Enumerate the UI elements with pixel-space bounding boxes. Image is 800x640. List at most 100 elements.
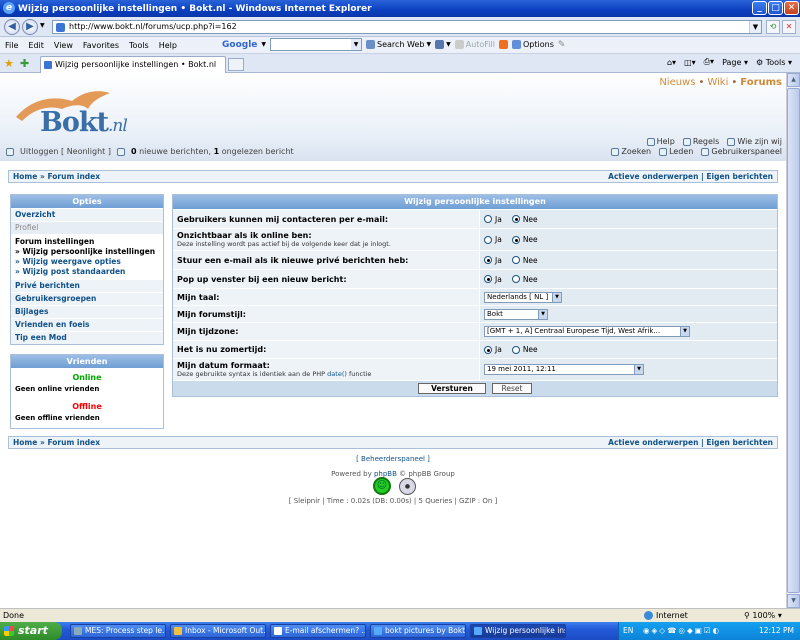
menu-favorites[interactable]: Favorites xyxy=(78,41,124,50)
maximize-button[interactable]: □ xyxy=(768,1,783,15)
submenu-post-defaults[interactable]: » Wijzig post standaarden xyxy=(11,267,163,277)
menu-attachments[interactable]: Bijlages xyxy=(11,306,163,319)
crumb-forum-index[interactable]: Forum index xyxy=(47,438,100,447)
google-menu-icon[interactable]: ▼ xyxy=(261,41,266,48)
close-button[interactable]: ✕ xyxy=(784,1,799,15)
task-mes[interactable]: MES: Process step le... xyxy=(70,624,166,638)
nav-nieuws[interactable]: Nieuws xyxy=(659,77,695,88)
active-topics-link[interactable]: Actieve onderwerpen xyxy=(608,172,698,181)
tray-icons[interactable]: ◉◈◇☎◎◆▣☑◐ xyxy=(643,622,721,640)
menu-tip-mod[interactable]: Tip een Mod xyxy=(11,332,163,344)
address-input[interactable]: http://www.bokt.nl/forums/ucp.php?i=162 … xyxy=(52,20,762,34)
members-link[interactable]: Leden xyxy=(659,147,693,157)
dateformat-select[interactable]: 19 mei 2011, 12:11 ▼ xyxy=(484,364,644,375)
logout-link[interactable]: Uitloggen [ Neonlight ] xyxy=(20,147,111,156)
breadcrumb-bottom: Home » Forum index Actieve onderwerpen |… xyxy=(8,436,778,449)
admin-panel-link-text[interactable]: [ Beheerderspaneel ] xyxy=(356,455,430,463)
radio-popup-no[interactable] xyxy=(511,275,520,283)
style-select[interactable]: Bokt ▼ xyxy=(484,308,548,320)
radio-invisible-yes[interactable] xyxy=(484,235,492,244)
menu-private-messages[interactable]: Privé berichten xyxy=(11,280,163,293)
reset-button[interactable]: Reset xyxy=(492,383,532,394)
messages-link[interactable]: 0 nieuwe berichten, 1 ongelezen bericht xyxy=(131,147,294,156)
blogger-icon[interactable] xyxy=(499,40,508,49)
google-search-input[interactable]: ▼ xyxy=(270,38,363,51)
address-dropdown-icon[interactable]: ▼ xyxy=(749,21,761,33)
menu-help[interactable]: Help xyxy=(154,41,182,50)
refresh-icon[interactable]: ⟲ xyxy=(766,20,780,34)
radio-dst-no[interactable] xyxy=(511,345,520,354)
pencil-icon[interactable]: ✎ xyxy=(558,40,566,50)
menu-overview[interactable]: Overzicht xyxy=(11,209,163,222)
google-extra-button[interactable]: ▼ xyxy=(435,40,451,49)
nav-forums[interactable]: Forums xyxy=(740,77,782,88)
new-tab-button[interactable] xyxy=(228,58,244,71)
scroll-down-icon[interactable]: ▼ xyxy=(787,594,800,608)
browser-tab-active[interactable]: Wijzig persoonlijke instellingen • Bokt.… xyxy=(40,56,226,73)
home-icon[interactable]: ⌂▾ xyxy=(667,58,676,67)
menu-view[interactable]: View xyxy=(49,41,78,50)
options-button[interactable]: Options xyxy=(512,40,554,49)
ucp-link[interactable]: Gebruikerspaneel xyxy=(701,147,782,157)
vertical-scrollbar[interactable]: ▲ ▼ xyxy=(786,73,800,608)
language-indicator[interactable]: EN xyxy=(623,622,633,640)
messages-icon xyxy=(116,147,125,156)
scroll-thumb[interactable] xyxy=(787,88,800,593)
menu-friends-foes[interactable]: Vrienden en foeis xyxy=(11,319,163,332)
own-posts-link[interactable]: Eigen berichten xyxy=(706,438,773,447)
task-settings[interactable]: Wijzig persoonlijke ins... xyxy=(470,624,566,638)
php-date-link[interactable]: date() xyxy=(327,370,347,378)
zoom-control[interactable]: ⚲ 100% ▾ xyxy=(744,609,782,622)
own-posts-link[interactable]: Eigen berichten xyxy=(706,172,773,181)
start-button[interactable]: start xyxy=(0,622,62,640)
radio-pm-email-yes[interactable] xyxy=(484,256,492,264)
help-link[interactable]: Help xyxy=(646,137,675,147)
nav-wiki[interactable]: Wiki xyxy=(707,77,728,88)
search-web-button[interactable]: Search Web ▼ xyxy=(366,40,431,49)
menu-usergroups[interactable]: Gebruikersgroepen xyxy=(11,293,163,306)
autofill-button[interactable]: AutoFill xyxy=(454,40,495,49)
menu-edit[interactable]: Edit xyxy=(23,41,49,50)
history-dropdown-icon[interactable]: ▼ xyxy=(40,22,45,29)
minimize-button[interactable]: _ xyxy=(752,1,767,15)
favorites-star-icon[interactable]: ★ xyxy=(4,57,14,70)
tools-menu[interactable]: ⚙ Tools ▾ xyxy=(756,58,792,67)
menu-file[interactable]: File xyxy=(0,41,23,50)
radio-dst-yes[interactable] xyxy=(484,345,492,354)
crumb-home[interactable]: Home xyxy=(13,172,37,181)
about-link[interactable]: Wie zijn wij xyxy=(727,137,782,147)
task-bokt-pictures[interactable]: bokt pictures by Bokt... xyxy=(370,624,466,638)
search-link[interactable]: Zoeken xyxy=(611,147,651,157)
smiley-icon[interactable]: ☺ xyxy=(373,477,391,495)
site-logo[interactable]: Bokt.nl xyxy=(12,87,152,145)
task-outlook[interactable]: Inbox - Microsoft Out... xyxy=(170,624,266,638)
radio-invisible-no[interactable] xyxy=(511,235,520,244)
task-email[interactable]: E-mail afschermen? ... xyxy=(270,624,366,638)
print-icon[interactable]: ⎙▾ xyxy=(704,57,714,67)
radio-popup-yes[interactable] xyxy=(484,275,492,283)
system-tray: EN ◉◈◇☎◎◆▣☑◐ 12:12 PM xyxy=(618,622,800,640)
radio-email-contact-yes[interactable] xyxy=(484,215,492,223)
crumb-forum-index[interactable]: Forum index xyxy=(47,172,100,181)
active-topics-link[interactable]: Actieve onderwerpen xyxy=(608,438,698,447)
back-button[interactable]: ◀ xyxy=(4,19,20,35)
submenu-display-options[interactable]: » Wijzig weergave opties xyxy=(11,257,163,267)
submit-button[interactable]: Versturen xyxy=(418,383,486,394)
rules-link[interactable]: Regels xyxy=(682,137,719,147)
stop-icon[interactable]: ✕ xyxy=(782,20,796,34)
add-favorites-icon[interactable]: ✚ xyxy=(20,57,29,70)
badge-icon[interactable]: ● xyxy=(399,478,416,495)
page-menu[interactable]: Page ▾ xyxy=(722,58,748,67)
timezone-select[interactable]: [GMT + 1, A] Centraal Europese Tijd, Wes… xyxy=(484,326,690,337)
feeds-icon[interactable]: ◫▾ xyxy=(684,58,696,67)
google-search-dropdown-icon[interactable]: ▼ xyxy=(351,39,362,50)
menu-tools[interactable]: Tools xyxy=(124,41,154,50)
radio-pm-email-no[interactable] xyxy=(511,256,520,264)
scroll-up-icon[interactable]: ▲ xyxy=(787,73,800,87)
forward-button[interactable]: ▶ xyxy=(22,19,38,35)
radio-email-contact-no[interactable] xyxy=(511,215,520,223)
crumb-home[interactable]: Home xyxy=(13,438,37,447)
menu-profile[interactable]: Profiel xyxy=(11,222,163,235)
submenu-personal-settings[interactable]: » Wijzig persoonlijke instellingen xyxy=(11,247,163,257)
language-select[interactable]: Nederlands [ NL ] ▼ xyxy=(484,291,562,303)
